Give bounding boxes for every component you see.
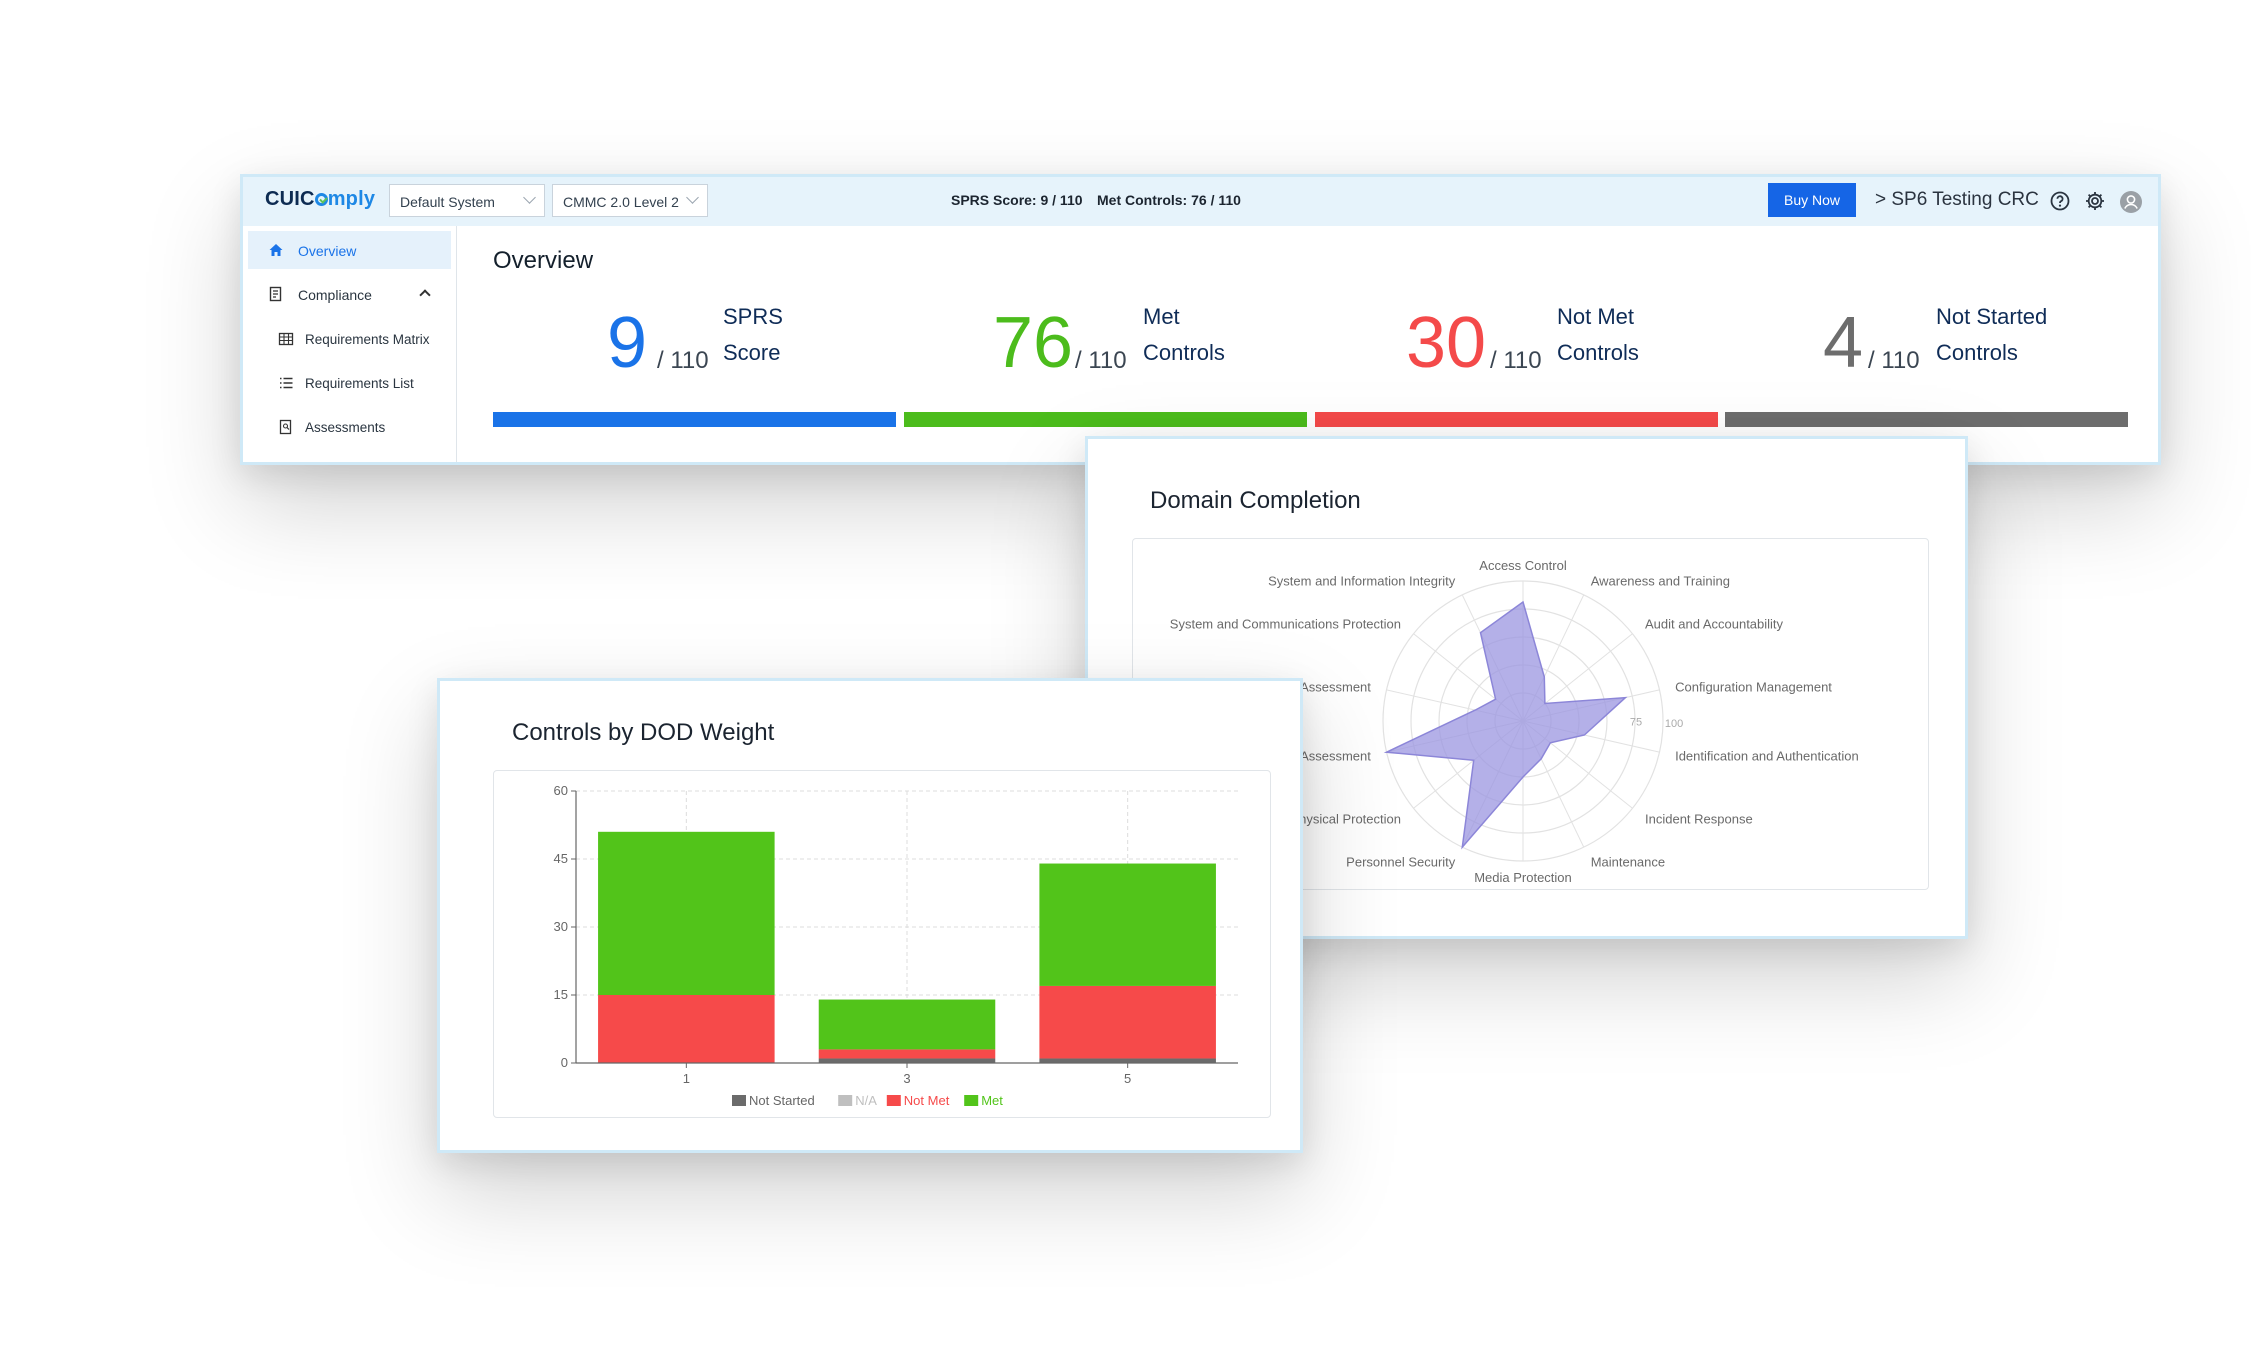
sidebar-item-label: Assessments <box>305 420 386 435</box>
legend-label: Not Met <box>904 1093 950 1108</box>
y-tick-label: 60 <box>554 783 568 798</box>
bar-chart: 0 15 30 45 60 1 3 5 Not Started N/A Not Met Met <box>554 783 1238 1108</box>
page-title: Overview <box>493 247 594 274</box>
sidebar-item-requirements-matrix[interactable]: Requirements Matrix <box>248 320 451 358</box>
sidebar-item-assessments[interactable]: Assessments <box>248 408 451 446</box>
system-select[interactable]: Default System <box>389 184 545 217</box>
sprs-progress-bar <box>493 412 896 427</box>
legend-swatch <box>732 1095 746 1106</box>
bar-segment-not-started <box>1039 1058 1216 1063</box>
sidebar-item-label: Requirements List <box>305 376 414 391</box>
radar-category-label: Awareness and Training <box>1591 573 1730 588</box>
bar-segment-met <box>1039 863 1216 986</box>
sidebar-item-requirements-list[interactable]: Requirements List <box>248 364 451 402</box>
help-icon[interactable] <box>2049 190 2071 212</box>
bar-segment-not-met <box>1039 985 1216 1059</box>
chevron-up-icon <box>419 289 431 301</box>
metric-met-controls: 76 / 110 Met Controls <box>993 303 1393 417</box>
organization-breadcrumb[interactable]: > SP6 Testing CRC <box>1875 189 2039 211</box>
framework-select-value: CMMC 2.0 Level 2 <box>563 194 679 210</box>
radar-category-label: Personnel Security <box>1346 855 1456 870</box>
table-icon <box>278 332 294 346</box>
radar-category-label: Incident Response <box>1645 811 1753 826</box>
framework-select[interactable]: CMMC 2.0 Level 2 <box>552 184 708 217</box>
clipboard-icon <box>269 286 282 302</box>
metric-not-met-controls: 30 / 110 Not Met Controls <box>1406 303 1806 417</box>
metric-label: Not Met Controls <box>1557 304 1639 365</box>
sidebar-item-label: Compliance <box>298 287 372 303</box>
list-icon <box>280 377 293 389</box>
chevron-down-icon <box>686 191 699 204</box>
dod-weight-card: Controls by DOD Weight 0 15 30 45 60 1 3 5 Not S… <box>437 678 1303 1153</box>
x-tick-label: 5 <box>1124 1071 1131 1086</box>
metric-denominator: / 110 <box>1490 347 1542 374</box>
card-title: Controls by DOD Weight <box>512 719 775 746</box>
metric-value: 9 <box>607 303 648 383</box>
metric-not-started-controls: 4 / 110 Not Started Controls <box>1823 303 2223 417</box>
metric-label: Not Started Controls <box>1936 304 2048 365</box>
legend-label: Met <box>981 1093 1003 1108</box>
y-tick-label: 45 <box>554 851 568 866</box>
user-avatar-icon[interactable] <box>2119 190 2143 214</box>
sidebar-item-label: Requirements Matrix <box>305 332 430 347</box>
legend-label: N/A <box>855 1093 877 1108</box>
app-logo[interactable]: CUIC mply <box>265 188 375 211</box>
radar-category-label: Media Protection <box>1474 870 1572 885</box>
radar-category-label: Access Control <box>1479 558 1567 573</box>
metric-value: 4 <box>1823 303 1864 383</box>
radar-category-label: Identification and Authentication <box>1675 749 1859 764</box>
metric-sprs-score: 9 / 110 SPRS Score <box>607 303 1007 417</box>
bar-segment-not-started <box>818 1058 996 1063</box>
legend-swatch <box>964 1095 979 1106</box>
not-started-progress-bar <box>1725 412 2128 427</box>
radar-category-label: System and Communications Protection <box>1170 617 1401 632</box>
not-met-progress-bar <box>1315 412 1718 427</box>
legend-swatch <box>838 1095 853 1106</box>
radar-category-label: Physical Protection <box>1290 811 1401 826</box>
buy-now-button[interactable]: Buy Now <box>1768 183 1856 217</box>
met-progress-bar <box>904 412 1307 427</box>
gear-icon[interactable] <box>2084 190 2106 212</box>
system-select-value: Default System <box>400 194 495 210</box>
bar-segment-met <box>598 831 775 995</box>
radar-tick-label: 100 <box>1665 718 1683 730</box>
dashboard-window: CUIC mply Default System CMMC 2.0 Level 2… <box>240 174 2161 465</box>
bar-segment-met <box>818 999 996 1050</box>
sidebar-item-compliance[interactable]: Compliance <box>248 275 451 313</box>
metric-denominator: / 110 <box>657 347 709 374</box>
radar-category-label: Configuration Management <box>1675 679 1832 694</box>
bar-segment-not-met <box>818 1049 996 1059</box>
x-tick-label: 3 <box>903 1071 910 1086</box>
sidebar-item-overview[interactable]: Overview <box>248 231 451 269</box>
radar-tick-label: 75 <box>1630 717 1642 729</box>
logo-check-icon <box>314 193 328 206</box>
sprs-score-stat: SPRS Score: 9 / 110 <box>951 192 1083 208</box>
sidebar: Overview Compliance Requirements Matrix … <box>243 226 457 462</box>
metric-label: SPRS Score <box>723 304 783 365</box>
radar-category-label: System and Information Integrity <box>1268 573 1456 588</box>
x-tick-label: 1 <box>683 1071 690 1086</box>
assessment-icon <box>279 419 292 435</box>
metric-denominator: / 110 <box>1075 347 1127 374</box>
metric-label: Met Controls <box>1143 304 1225 365</box>
metric-value: 30 <box>1406 303 1487 383</box>
met-controls-stat: Met Controls: 76 / 110 <box>1097 192 1241 208</box>
metric-denominator: / 110 <box>1868 347 1920 374</box>
y-tick-label: 30 <box>554 919 568 934</box>
radar-category-label: Assessment <box>1300 749 1371 764</box>
bar-segment-not-met <box>598 995 775 1063</box>
legend-label: Not Started <box>749 1093 815 1108</box>
sidebar-item-label: Overview <box>298 243 357 259</box>
bar-chart-box: 0 15 30 45 60 1 3 5 Not Started N/A Not Met Met <box>493 770 1271 1118</box>
metric-value: 76 <box>993 303 1074 383</box>
card-title: Domain Completion <box>1150 487 1361 514</box>
legend-swatch <box>886 1095 901 1106</box>
radar-category-label: Audit and Accountability <box>1645 617 1784 632</box>
home-icon <box>269 244 283 256</box>
radar-category-label: Maintenance <box>1591 855 1665 870</box>
y-tick-label: 15 <box>554 987 568 1002</box>
top-bar: CUIC mply Default System CMMC 2.0 Level 2… <box>243 177 2158 226</box>
chevron-down-icon <box>523 191 536 204</box>
y-tick-label: 0 <box>561 1055 568 1070</box>
